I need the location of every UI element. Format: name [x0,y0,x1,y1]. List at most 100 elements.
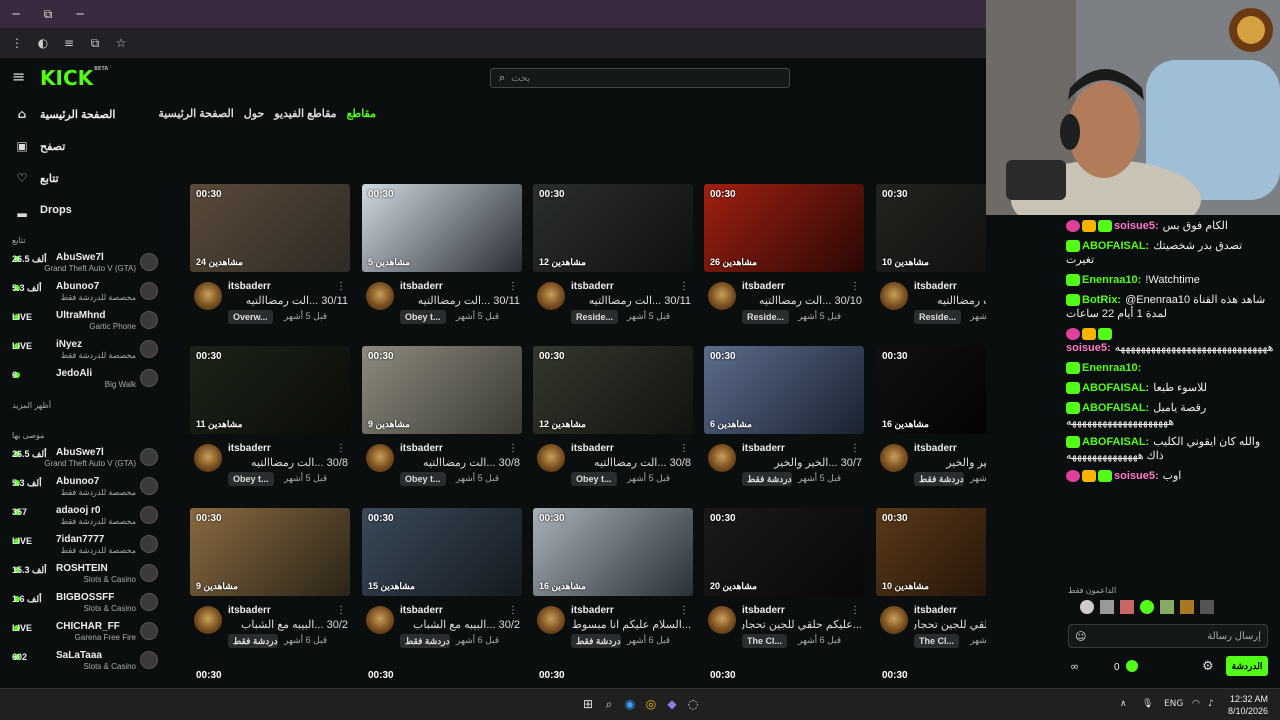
clip-username[interactable]: itsbaderr [742,281,785,292]
app-icon[interactable]: ◌ [685,697,701,713]
channel-avatar[interactable] [880,606,908,634]
clip-category-tag[interactable]: The Cl... [742,634,788,648]
show-more-link[interactable]: أظهر المزيد [0,395,168,421]
profile-icon[interactable]: ◐ [32,32,54,54]
reading-list-icon[interactable]: ≡ [58,32,80,54]
clip-category-tag[interactable]: دردشة فقط [228,634,278,648]
clip-thumbnail[interactable]: 00:30 مشاهدين 26 [704,184,864,272]
channel-avatar[interactable] [194,444,222,472]
clip-thumbnail[interactable]: 00:30 مشاهدين 16 [533,508,693,596]
channel-avatar[interactable] [708,606,736,634]
teams-icon[interactable]: ◆ [664,697,680,713]
clip-category-tag[interactable]: دردشة فقط [742,472,792,486]
clip-thumbnail[interactable]: 00:30 مشاهدين 5 [362,184,522,272]
clip-thumbnail[interactable]: 00:30 مشاهدين 6 [704,346,864,434]
tab-home[interactable]: الصفحة الرئيسية [158,107,233,120]
more-options-icon[interactable]: ⋮ [679,281,689,292]
clip-thumbnail[interactable]: 00:30 مشاهدين 12 [533,184,693,272]
chat-username[interactable]: soisue5: [1114,470,1159,482]
clip-thumbnail[interactable]: 00:30 مشاهدين 16 [876,346,986,434]
emote-icon[interactable] [1140,600,1154,614]
clip-category-tag[interactable]: The Cl... [914,634,960,648]
chat-username[interactable]: ABOFAISAL: [1082,436,1149,448]
sidebar-channel[interactable]: LIVE iNyez مخصصة للدردشة فقط [0,337,168,366]
restore-icon[interactable]: ⧉ [32,7,64,22]
window-control-icon[interactable]: ─ [0,7,32,21]
clip-category-tag[interactable]: دردشة فقط [400,634,450,648]
emote-icon[interactable] [1160,600,1174,614]
clip-thumbnail[interactable]: 00:30 مشاهدين 12 [533,346,693,434]
clip-title[interactable]: 30/6 ...الخير والخير [914,456,986,469]
clip-username[interactable]: itsbaderr [400,443,443,454]
hamburger-icon[interactable]: ≡ [12,69,28,85]
more-options-icon[interactable]: ⋮ [679,605,689,616]
chat-username[interactable]: Enenraa10: [1082,362,1141,374]
clip-username[interactable]: itsbaderr [914,605,957,616]
windows-start-icon[interactable]: ⊞ [580,697,596,713]
sidebar-item-home[interactable]: ⌂ الصفحة الرئيسية [0,98,168,130]
search-box[interactable]: ⌕ [490,68,790,88]
channel-avatar[interactable] [194,606,222,634]
emote-icon[interactable] [1180,600,1194,614]
chevron-up-icon[interactable]: ∧ [1120,699,1127,709]
clip-category-tag[interactable]: دردشة فقط [914,472,964,486]
clip-username[interactable]: itsbaderr [228,281,271,292]
clip-username[interactable]: itsbaderr [571,605,614,616]
sidebar-item-browse[interactable]: ▣ تصفح [0,130,168,162]
clip-title[interactable]: 30/11 ...الت رمضاالتيه [571,294,691,307]
emote-icon[interactable] [1120,600,1134,614]
sidebar-channel[interactable]: 357 adaooj r0 مخصصة للدردشة فقط [0,503,168,532]
clip-thumbnail[interactable]: 00:30 مشاهدين 10 [876,508,986,596]
menu-dots-icon[interactable]: ⋮ [6,32,28,54]
channel-avatar[interactable] [708,444,736,472]
sidebar-channel[interactable]: 1.6 ألف BIGBOSSFF Slots & Casino [0,590,168,619]
channel-avatar[interactable] [880,444,908,472]
sidebar-channel[interactable]: 5.3 ألف Abunoo7 مخصصة للدردشة فقط [0,474,168,503]
clip-title[interactable]: 30/8 ...الت رمضاالتيه [228,456,348,469]
clip-title[interactable]: 30/2 ...البيبه مع الشباب [400,618,520,631]
clip-thumbnail[interactable]: 00:30 مشاهدين 9 [190,508,350,596]
channel-avatar[interactable] [366,444,394,472]
clip-thumbnail[interactable]: 00:30 مشاهدين 9 [362,346,522,434]
clip-thumbnail[interactable]: 00:30 مشاهدين 11 [190,346,350,434]
clip-category-tag[interactable]: Reside... [571,310,619,324]
clip-category-tag[interactable]: دردشة فقط [571,634,621,648]
clip-thumbnail[interactable]: 00:30 مشاهدين 15 [362,508,522,596]
clip-username[interactable]: itsbaderr [400,281,443,292]
clip-username[interactable]: itsbaderr [571,281,614,292]
clip-username[interactable]: itsbaderr [228,443,271,454]
clip-title[interactable]: ...عليكم حلقي للجين تحجان [914,618,986,631]
more-options-icon[interactable]: ⋮ [850,443,860,454]
clock[interactable]: 12:32 AM 8/10/2026 [1228,693,1268,717]
sidebar-channel[interactable]: 26.5 ألف AbuSwe7l Grand Theft Auto V (GTA) [0,250,168,279]
search-taskbar-icon[interactable]: ⌕ [601,697,617,713]
volume-icon[interactable]: ♪ [1208,699,1214,709]
clip-category-tag[interactable]: Obey t... [228,472,274,486]
clip-username[interactable]: itsbaderr [914,281,957,292]
chat-input[interactable]: ☺ إرسال رسالة [1068,624,1268,648]
channel-avatar[interactable] [366,282,394,310]
clip-username[interactable]: itsbaderr [400,605,443,616]
extensions-icon[interactable]: ⧉ [84,32,106,54]
sidebar-item-following[interactable]: ♡ تتابع [0,162,168,194]
channel-avatar[interactable] [194,282,222,310]
clip-category-tag[interactable]: Obey t... [400,472,446,486]
clip-title[interactable]: ...عليكم حلقي للجين تحجان [742,618,862,631]
more-options-icon[interactable]: ⋮ [508,443,518,454]
clip-title[interactable]: 30/9 ...الت رمضاالتيه [914,294,986,307]
clip-title[interactable]: 30/8 ...الت رمضاالتيه [571,456,691,469]
emote-icon[interactable] [1100,600,1114,614]
chat-username[interactable]: BotRix: [1082,294,1121,306]
channel-avatar[interactable] [537,282,565,310]
more-options-icon[interactable]: ⋮ [336,443,346,454]
clip-category-tag[interactable]: Reside... [914,310,962,324]
clip-title[interactable]: 30/11 ...الت رمضاالتيه [228,294,348,307]
sidebar-channel[interactable]: LIVE 7idan7777 مخصصة للدردشة فقط [0,532,168,561]
bookmark-star-icon[interactable]: ☆ [110,32,132,54]
sidebar-channel[interactable]: LIVE UltraMhnd Gartic Phone [0,308,168,337]
clip-title[interactable]: 30/11 ...الت رمضاالتيه [400,294,520,307]
channel-avatar[interactable] [537,444,565,472]
sidebar-item-drops[interactable]: ▂ Drops [0,194,168,226]
clip-username[interactable]: itsbaderr [228,605,271,616]
clip-category-tag[interactable]: Obey t... [571,472,617,486]
